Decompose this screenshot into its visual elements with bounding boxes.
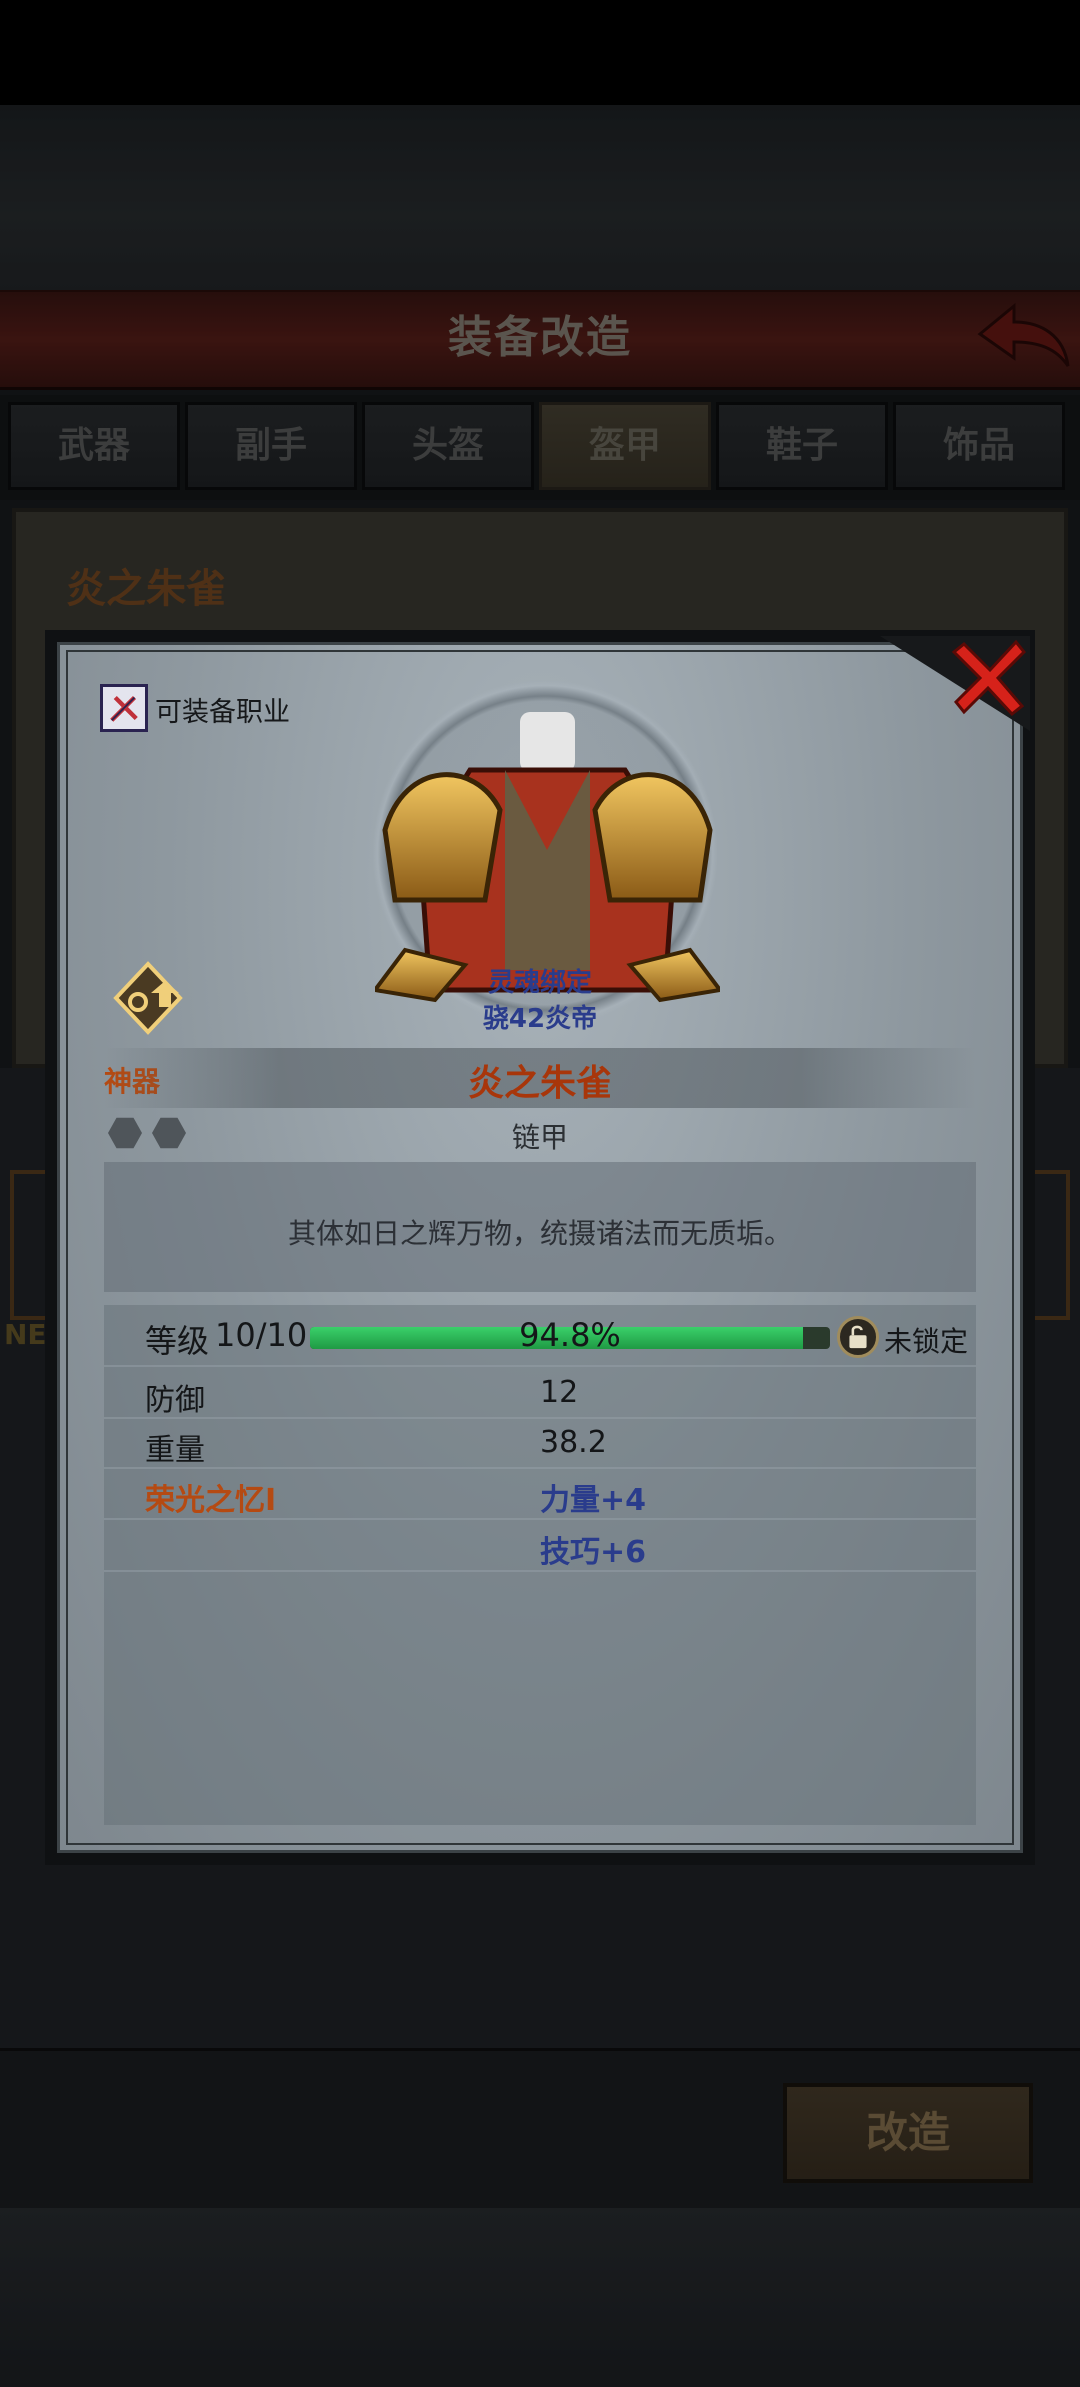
- bonus-strength: 力量+4: [540, 1483, 647, 1518]
- bonus-skill: 技巧+6: [540, 1535, 647, 1570]
- glory-label: 荣光之忆I: [145, 1483, 277, 1518]
- level-label: 等级: [145, 1322, 210, 1360]
- equip-class-label[interactable]: 可装备职业: [155, 690, 290, 729]
- lock-status-label[interactable]: 未锁定: [884, 1320, 968, 1360]
- upgrade-arrow-icon[interactable]: [108, 958, 188, 1038]
- item-description: 其体如日之辉万物，统摄诸法而无质垢。: [287, 1217, 792, 1250]
- level-progress-text: 94.8%: [519, 1316, 621, 1354]
- level-value: 10/10: [215, 1316, 308, 1354]
- item-name: 炎之朱雀: [467, 1063, 612, 1104]
- row-divider: [104, 1417, 976, 1419]
- stat-defense-label: 防御: [145, 1383, 205, 1418]
- row-divider: [104, 1467, 976, 1469]
- row-divider: [104, 1365, 976, 1367]
- close-icon[interactable]: [950, 636, 1030, 718]
- stat-weight-label: 重量: [145, 1433, 205, 1468]
- crossed-weapons-icon: [100, 684, 148, 732]
- soul-bound-label: 灵魂绑定: [487, 968, 592, 998]
- stat-defense-value: 12: [540, 1375, 579, 1410]
- unlocked-padlock-icon[interactable]: [837, 1316, 879, 1358]
- owner-name: 骁42炎帝: [482, 1004, 598, 1034]
- stat-weight-value: 38.2: [540, 1425, 607, 1460]
- item-type: 链甲: [511, 1121, 568, 1154]
